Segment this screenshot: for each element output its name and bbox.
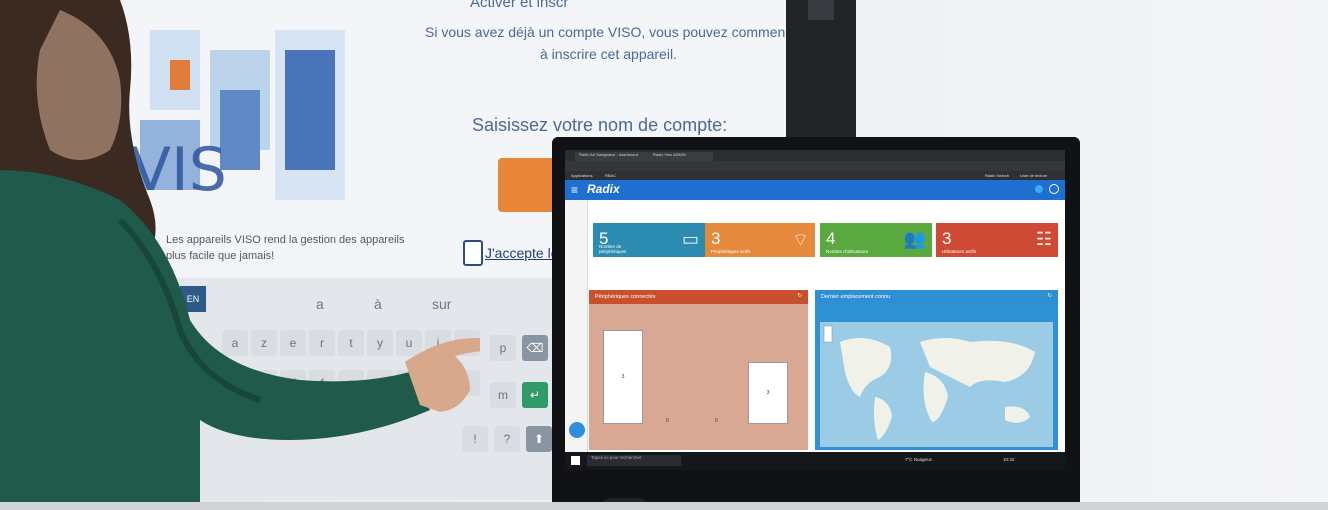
desk-surface: [0, 502, 1328, 510]
bookmark[interactable]: Liste de lecture: [1020, 173, 1047, 178]
bookmark[interactable]: RBAC: [605, 173, 616, 178]
windows-start-icon[interactable]: [571, 456, 580, 465]
mount-clamp: [808, 0, 834, 20]
world-map[interactable]: [820, 322, 1053, 447]
chart-bar: 0: [666, 418, 669, 424]
chat-bubble-icon[interactable]: [569, 422, 585, 438]
weather-widget[interactable]: 7°C Nuageux: [905, 457, 932, 462]
panel-title: Dernier emplacement connu: [821, 294, 891, 300]
browser-tab[interactable]: Radix Air Navigateur - dashboard: [575, 152, 649, 161]
card-label: Utilisateurs actifs: [942, 249, 977, 254]
browser-tab[interactable]: Radix Viso ADMIN: [649, 152, 713, 161]
card-label: Périphériques actifs: [711, 249, 751, 254]
panel-title: Périphériques connectés: [595, 294, 656, 300]
card-users[interactable]: 4 Nombre d'utilisateurs 👥: [820, 223, 932, 257]
panel-header: Périphériques connectés ↻: [589, 290, 808, 304]
key[interactable]: p: [490, 335, 516, 361]
refresh-icon[interactable]: ↻: [1047, 293, 1052, 299]
card-value: 4: [826, 229, 836, 248]
person-touching-board: [0, 0, 480, 510]
app-logo: Radix: [587, 182, 620, 196]
card-value: 3: [711, 229, 721, 248]
dashboard-screen: Radix Air Navigateur - dashboard Radix V…: [565, 150, 1065, 470]
clock[interactable]: 10:32: [1003, 457, 1014, 462]
sidebar: [565, 200, 588, 452]
card-label: Nombre de périphériques: [599, 244, 627, 254]
bookmark[interactable]: Radix Search: [985, 173, 1009, 178]
account-prompt: Saisissez votre nom de compte:: [472, 115, 728, 135]
chart-bar: 3: [603, 330, 643, 424]
panel-header: Dernier emplacement connu ↻: [815, 290, 1058, 304]
key[interactable]: m: [490, 382, 516, 408]
shift-key[interactable]: ⬆: [526, 426, 552, 452]
card-devices[interactable]: 5 Nombre de périphériques ▭: [593, 223, 705, 257]
account-icon[interactable]: [1049, 184, 1059, 194]
board-info-line: Si vous avez déjà un compte VISO, vous p…: [425, 24, 805, 40]
taskbar-search-input[interactable]: Tapez ici pour rechercher: [587, 455, 681, 466]
card-active-devices[interactable]: 3 Périphériques actifs ⌔: [705, 223, 815, 257]
address-bar[interactable]: [565, 161, 1065, 171]
card-label: Nombre d'utilisateurs: [826, 249, 869, 254]
cast-icon: ⌔: [792, 230, 809, 250]
menu-icon[interactable]: ≡: [571, 183, 578, 197]
card-value: 3: [942, 229, 952, 248]
backspace-key[interactable]: ⌫: [522, 335, 548, 361]
chart-bar: 0: [715, 418, 718, 424]
enter-key[interactable]: ↵: [522, 382, 548, 408]
board-headline: Activer et inscr: [470, 0, 569, 11]
users-icon: 👥: [903, 229, 926, 249]
status-dot-icon: [1035, 185, 1043, 193]
key[interactable]: ?: [494, 426, 520, 452]
app-header: [565, 180, 1065, 200]
chart-bar: 3: [748, 362, 788, 424]
board-info-line-2: à inscrire cet appareil.: [540, 46, 677, 62]
card-active-users[interactable]: 3 Utilisateurs actifs ☷: [936, 223, 1058, 257]
bookmarks-bar: Applications RBAC Radix Search Liste de …: [565, 171, 1065, 180]
active-users-icon: ☷: [1035, 229, 1052, 249]
refresh-icon[interactable]: ↻: [797, 293, 802, 299]
devices-icon: ▭: [681, 229, 699, 249]
display-mount: [786, 0, 856, 140]
bookmark[interactable]: Applications: [571, 173, 593, 178]
